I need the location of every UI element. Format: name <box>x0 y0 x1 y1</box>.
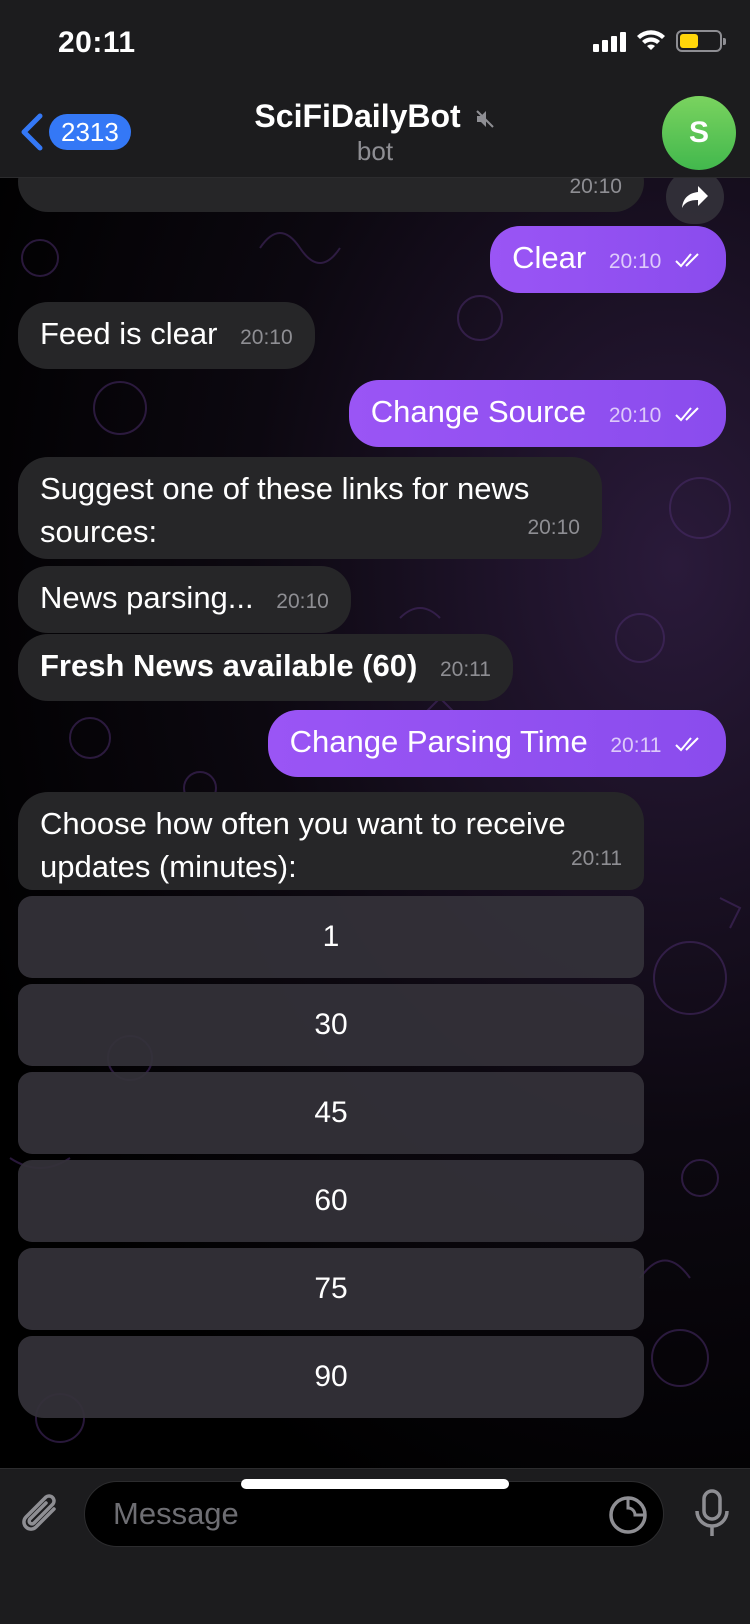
status-time: 20:11 <box>58 26 136 59</box>
message-text: Suggest one of these links for news sour… <box>40 471 530 549</box>
message-time: 20:10 <box>276 590 329 613</box>
message-incoming[interactable]: Choose how often you want to receive upd… <box>18 792 644 890</box>
sticker-icon[interactable] <box>607 1494 649 1536</box>
message-text: Change Source <box>370 394 587 429</box>
message-outgoing[interactable]: Clear 20:10 <box>490 226 726 293</box>
message-time: 20:11 <box>571 847 622 870</box>
chat-title-text: SciFiDailyBot <box>254 98 461 134</box>
message-time: 20:10 <box>240 326 293 349</box>
message-text: Fresh News available (60) <box>40 648 418 683</box>
message-outgoing[interactable]: Change Source 20:10 <box>348 380 726 447</box>
message-incoming[interactable]: 20:10 <box>18 178 644 212</box>
avatar[interactable]: S <box>662 96 736 170</box>
message-time: 20:10 <box>608 404 662 427</box>
read-ticks-icon <box>675 253 699 268</box>
message-incoming[interactable]: News parsing... 20:10 <box>18 566 351 633</box>
message-text: Choose how often you want to receive upd… <box>40 806 566 884</box>
chat-subtitle: bot <box>356 136 394 166</box>
read-ticks-icon <box>675 737 699 752</box>
chat-title[interactable]: SciFiDailyBot <box>0 98 750 135</box>
message-time: 20:11 <box>439 658 491 681</box>
message-time: 20:10 <box>569 178 622 198</box>
signal-icon <box>593 30 626 52</box>
status-bar: 20:11 <box>0 0 750 90</box>
chat-header: 2313 SciFiDailyBot bot S <box>0 90 750 178</box>
keyboard-button[interactable]: 90 <box>18 1336 644 1418</box>
input-bar: Message <box>0 1468 750 1624</box>
keyboard-button[interactable]: 1 <box>18 896 644 978</box>
microphone-icon[interactable] <box>694 1489 730 1539</box>
status-icons <box>593 30 726 52</box>
wifi-icon <box>637 30 665 50</box>
message-input[interactable]: Message <box>84 1481 664 1547</box>
keyboard-button[interactable]: 45 <box>18 1072 644 1154</box>
keyboard-button[interactable]: 75 <box>18 1248 644 1330</box>
read-ticks-icon <box>675 407 699 422</box>
message-text: Feed is clear <box>40 316 218 351</box>
message-outgoing[interactable]: Change Parsing Time 20:11 <box>267 710 726 777</box>
paperclip-icon[interactable] <box>20 1491 64 1543</box>
keyboard-button[interactable]: 30 <box>18 984 644 1066</box>
message-text: Clear <box>512 240 587 275</box>
message-time: 20:10 <box>527 516 580 539</box>
message-time: 20:10 <box>608 250 662 273</box>
mute-icon <box>475 109 494 128</box>
message-incoming[interactable]: Fresh News available (60) 20:11 <box>18 634 513 701</box>
forward-arrow-icon <box>682 186 708 208</box>
home-indicator <box>241 1479 509 1489</box>
message-incoming[interactable]: Feed is clear 20:10 <box>18 302 315 369</box>
message-placeholder: Message <box>113 1496 239 1531</box>
chat-area[interactable]: 20:10 Clear 20:10 Feed is clear 20:10 Ch… <box>0 178 750 1468</box>
battery-icon <box>676 30 726 52</box>
avatar-letter: S <box>688 116 709 149</box>
message-incoming[interactable]: Suggest one of these links for news sour… <box>18 457 602 559</box>
message-text: Change Parsing Time <box>289 724 588 759</box>
message-text: News parsing... <box>40 580 254 615</box>
message-time: 20:11 <box>610 734 662 757</box>
keyboard-button[interactable]: 60 <box>18 1160 644 1242</box>
